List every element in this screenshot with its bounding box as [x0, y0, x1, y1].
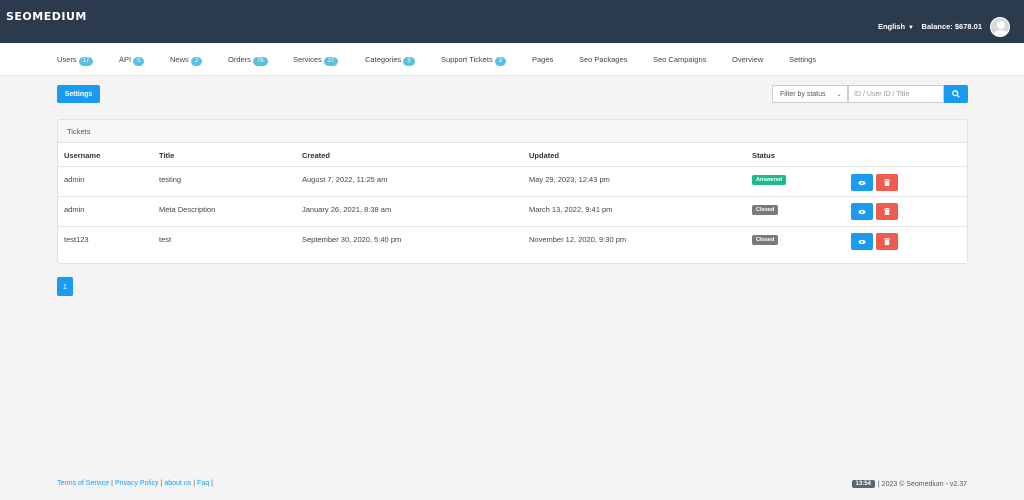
trash-icon: [884, 238, 890, 245]
nav-count-badge: 3: [403, 57, 415, 66]
delete-button[interactable]: [876, 174, 898, 191]
cell-created: August 7, 2022, 11:25 am: [302, 175, 388, 184]
search-input[interactable]: ID / User ID / Title: [848, 85, 944, 103]
nav-item-categories[interactable]: Categories 3: [365, 55, 415, 66]
chevron-down-icon: ⌄: [836, 91, 842, 98]
nav-item-api[interactable]: API 0: [119, 55, 145, 66]
cell-username: admin: [64, 205, 85, 214]
column-header-status[interactable]: Status: [752, 151, 775, 160]
nav-item-news[interactable]: News 2: [170, 55, 203, 66]
eye-icon: [858, 209, 866, 214]
footer-info: 13:54 | 2023 © Seomedium - v2.37: [851, 480, 967, 488]
column-header-updated[interactable]: Updated: [529, 151, 559, 160]
nav-count-badge: 3: [494, 57, 507, 66]
status-badge: Answered: [752, 175, 787, 185]
nav-item-settings[interactable]: Settings: [789, 55, 816, 64]
nav-count-badge: 0: [133, 57, 145, 66]
column-header-created[interactable]: Created: [302, 151, 330, 160]
nav-item-seo-campaigns[interactable]: Seo Campaigns: [653, 55, 706, 64]
cell-username: admin: [64, 175, 85, 184]
cell-username: test123: [64, 235, 89, 244]
settings-button[interactable]: Settings: [57, 85, 100, 103]
nav-item-seo-packages[interactable]: Seo Packages: [579, 55, 627, 64]
status-filter-label: Filter by status: [780, 91, 826, 98]
view-button[interactable]: [851, 233, 873, 250]
nav-item-users[interactable]: Users 17: [57, 55, 94, 66]
cell-created: January 26, 2021, 8:38 am: [302, 205, 392, 214]
view-button[interactable]: [851, 174, 873, 191]
trash-icon: [884, 208, 890, 215]
nav-count-badge: 27: [323, 57, 339, 66]
language-label: English: [877, 22, 906, 31]
cell-title: testing: [159, 175, 182, 184]
column-header-username[interactable]: Username: [64, 151, 100, 160]
nav-item-pages[interactable]: Pages: [532, 55, 553, 64]
status-badge: Closed: [752, 235, 779, 245]
status-badge: Closed: [752, 205, 779, 215]
nav-count-badge: 17: [78, 57, 94, 66]
row-divider: [58, 226, 967, 227]
footer-links: Terms of Service | Privacy Policy | about us…: [57, 480, 213, 487]
delete-button[interactable]: [876, 203, 898, 220]
main-nav: Users 17 API 0 News 2 Orders 76 Services 27 C…: [0, 43, 1024, 76]
nav-count-badge: 2: [190, 57, 203, 66]
eye-icon: [858, 180, 866, 185]
cell-updated: November 12, 2020, 9:30 pm: [529, 235, 627, 244]
trash-icon: [884, 179, 890, 186]
cell-created: September 30, 2020, 5:40 pm: [302, 235, 402, 244]
cell-updated: March 13, 2022, 9:41 pm: [529, 205, 613, 214]
balance-display: Balance: $678.01: [921, 22, 982, 31]
status-filter-select[interactable]: Filter by status ⌄: [772, 85, 848, 103]
eye-icon: [858, 239, 866, 244]
brand-logo[interactable]: SEOMEDIUM: [6, 10, 87, 23]
cell-title: test: [159, 235, 172, 244]
caret-down-icon: ▼: [908, 25, 914, 31]
footer-link-terms[interactable]: Terms of Service: [57, 480, 109, 487]
nav-item-support-tickets[interactable]: Support Tickets 3: [441, 55, 507, 66]
time-badge: 13:54: [851, 480, 875, 488]
top-bar: SEOMEDIUM English ▼ Balance: $678.01: [0, 0, 1024, 43]
footer-copyright: 2023 © Seomedium - v2.37: [881, 480, 967, 488]
search-button[interactable]: [944, 85, 968, 103]
view-button[interactable]: [851, 203, 873, 220]
column-header-title[interactable]: Title: [159, 151, 174, 160]
footer-link-faq[interactable]: Faq: [197, 480, 209, 487]
cell-title: Meta Description: [159, 205, 216, 214]
row-divider: [58, 196, 967, 197]
footer-link-about[interactable]: about us: [164, 480, 191, 487]
nav-item-orders[interactable]: Orders 76: [228, 55, 268, 66]
nav-count-badge: 76: [252, 57, 268, 66]
user-avatar-icon[interactable]: [990, 17, 1010, 37]
panel-title: Tickets: [58, 120, 967, 143]
footer-link-privacy[interactable]: Privacy Policy: [115, 480, 159, 487]
row-divider: [58, 166, 967, 167]
search-icon: [952, 90, 960, 98]
nav-item-services[interactable]: Services 27: [293, 55, 339, 66]
tickets-panel: Tickets Username Title Created Updated S…: [57, 119, 968, 264]
language-dropdown[interactable]: English ▼: [878, 22, 914, 31]
nav-item-overview[interactable]: Overview: [732, 55, 763, 64]
pagination-page-button[interactable]: 1: [57, 277, 73, 296]
delete-button[interactable]: [876, 233, 898, 250]
cell-updated: May 29, 2023, 12:43 pm: [529, 175, 610, 184]
